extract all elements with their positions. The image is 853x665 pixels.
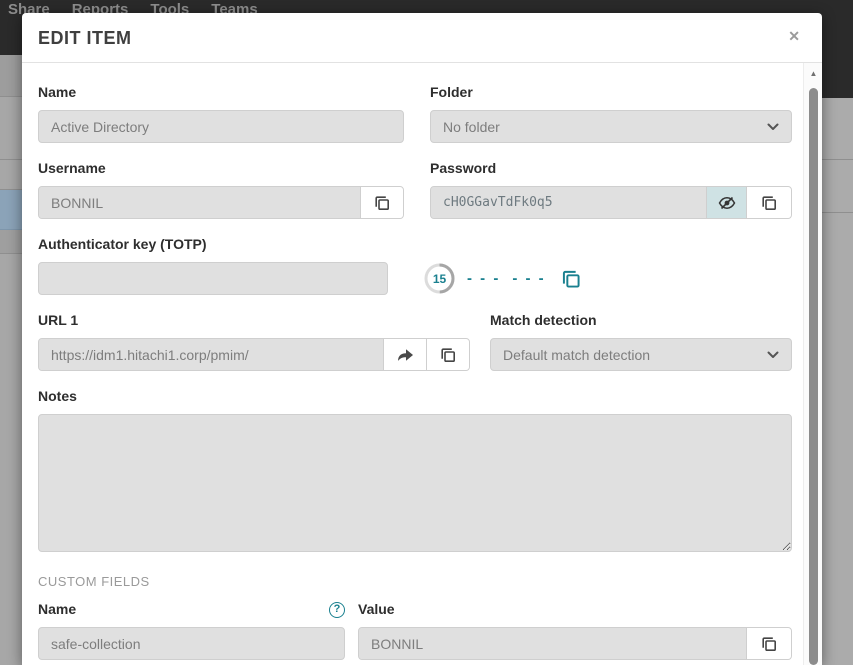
username-input[interactable] bbox=[39, 187, 360, 218]
url1-group bbox=[38, 338, 470, 371]
name-input[interactable] bbox=[38, 110, 404, 143]
password-input[interactable] bbox=[431, 187, 706, 218]
copy-username-button[interactable] bbox=[360, 187, 403, 218]
password-group bbox=[430, 186, 792, 219]
table-row bbox=[0, 230, 22, 254]
close-icon[interactable]: ✕ bbox=[788, 29, 800, 43]
edit-item-dialog: EDIT ITEM ✕ Name Folder No folder Us bbox=[22, 13, 822, 665]
custom-fields-header: CUSTOM FIELDS bbox=[38, 574, 792, 589]
table-row bbox=[822, 213, 853, 665]
table-row-selected bbox=[0, 190, 22, 230]
dialog-form: Name Folder No folder Username Password bbox=[38, 63, 792, 660]
copy-url-button[interactable] bbox=[426, 339, 469, 370]
table-row bbox=[0, 254, 22, 665]
custom-field-name-label: Name bbox=[38, 601, 76, 618]
launch-arrow-icon bbox=[395, 346, 415, 364]
copy-icon bbox=[439, 346, 457, 364]
background-table-right bbox=[822, 98, 853, 665]
username-group bbox=[38, 186, 404, 219]
table-row bbox=[0, 55, 22, 97]
folder-selected-value: No folder bbox=[443, 119, 500, 135]
custom-field-name-input[interactable] bbox=[38, 627, 345, 660]
match-detection-selected-value: Default match detection bbox=[503, 347, 650, 363]
copy-icon bbox=[760, 635, 778, 653]
dialog-header: EDIT ITEM ✕ bbox=[22, 13, 822, 63]
match-detection-label: Match detection bbox=[490, 312, 792, 329]
copy-icon bbox=[373, 194, 391, 212]
notes-textarea[interactable] bbox=[38, 414, 792, 552]
background-table-left bbox=[0, 55, 22, 665]
scroll-up-icon[interactable]: ▲ bbox=[804, 69, 823, 78]
eye-off-icon bbox=[717, 193, 737, 213]
custom-field-value-input[interactable] bbox=[359, 628, 746, 659]
copy-custom-field-button[interactable] bbox=[746, 628, 791, 659]
totp-code-group-2: - - - bbox=[512, 270, 545, 287]
folder-select[interactable]: No folder bbox=[430, 110, 792, 143]
copy-totp-button[interactable] bbox=[558, 268, 584, 290]
background-header-right bbox=[822, 0, 853, 98]
totp-code-widget: 15 - - - - - - bbox=[424, 263, 584, 294]
totp-label: Authenticator key (TOTP) bbox=[38, 236, 792, 253]
url1-input[interactable] bbox=[39, 339, 383, 370]
copy-icon bbox=[560, 268, 582, 290]
username-label: Username bbox=[38, 160, 404, 177]
totp-seconds: 15 bbox=[424, 263, 455, 294]
name-label: Name bbox=[38, 84, 404, 101]
copy-password-button[interactable] bbox=[746, 187, 791, 218]
url1-label: URL 1 bbox=[38, 312, 470, 329]
toggle-password-visibility-button[interactable] bbox=[706, 187, 746, 218]
folder-label: Folder bbox=[430, 84, 792, 101]
totp-countdown: 15 bbox=[424, 263, 455, 294]
dialog-scrollbar[interactable]: ▲ bbox=[803, 63, 822, 665]
app-root: Share Reports Tools Teams EDIT ITEM ✕ Na… bbox=[0, 0, 853, 665]
totp-key-input[interactable] bbox=[38, 262, 388, 295]
help-icon[interactable]: ? bbox=[329, 602, 345, 618]
chevron-down-icon bbox=[767, 123, 779, 131]
custom-field-value-label: Value bbox=[358, 601, 792, 618]
match-detection-select[interactable]: Default match detection bbox=[490, 338, 792, 371]
totp-code-group-1: - - - bbox=[467, 270, 500, 287]
notes-label: Notes bbox=[38, 388, 792, 405]
copy-icon bbox=[760, 194, 778, 212]
password-label: Password bbox=[430, 160, 792, 177]
table-row bbox=[0, 160, 22, 190]
scrollbar-thumb[interactable] bbox=[809, 88, 818, 665]
dialog-title: EDIT ITEM bbox=[38, 28, 132, 49]
launch-url-button[interactable] bbox=[383, 339, 426, 370]
table-row bbox=[822, 160, 853, 213]
table-row bbox=[0, 97, 22, 160]
table-row bbox=[822, 98, 853, 160]
custom-field-value-group bbox=[358, 627, 792, 660]
chevron-down-icon bbox=[767, 351, 779, 359]
